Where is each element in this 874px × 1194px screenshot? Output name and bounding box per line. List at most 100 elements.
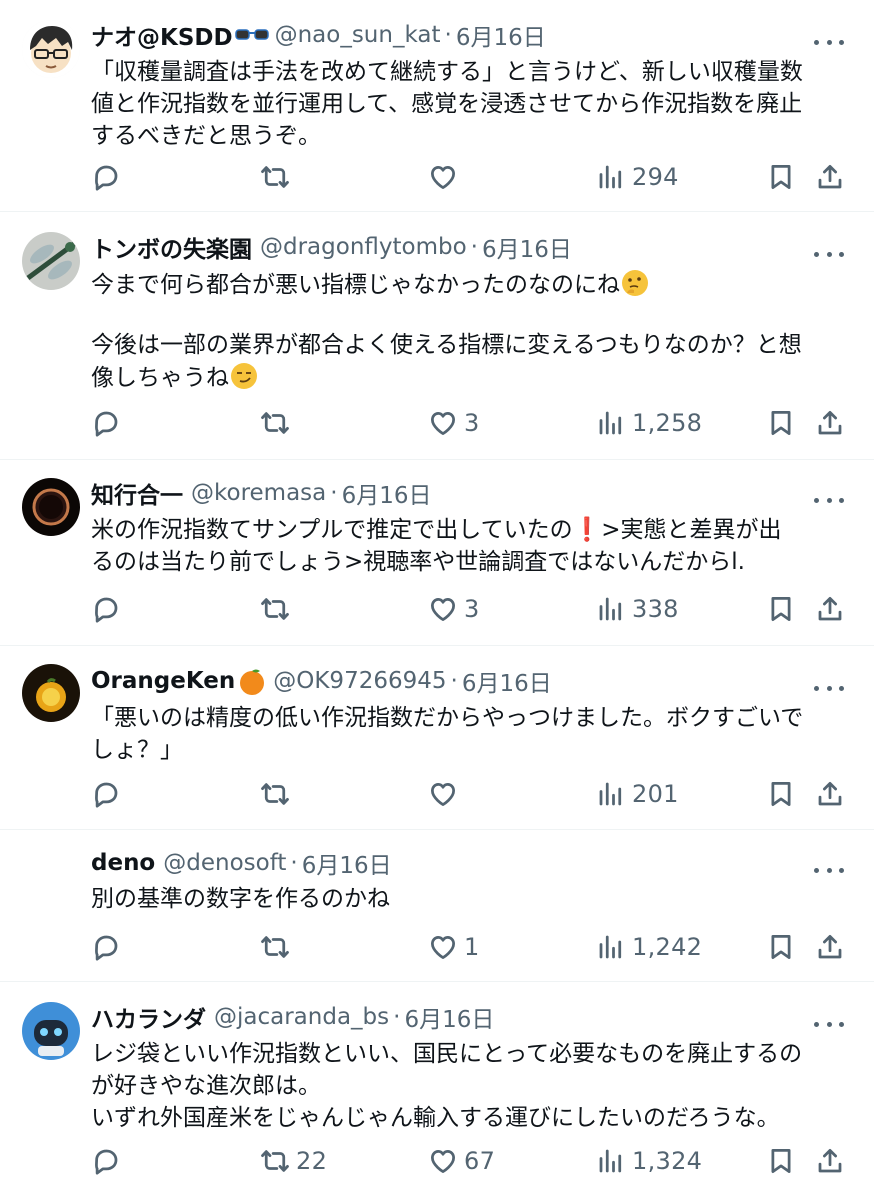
handle[interactable]: @nao_sun_kat bbox=[275, 22, 441, 48]
separator-dot: · bbox=[290, 850, 298, 876]
avatar[interactable] bbox=[22, 1002, 80, 1060]
separator-dot: · bbox=[330, 480, 338, 506]
share-button[interactable] bbox=[815, 774, 845, 814]
reply-button[interactable] bbox=[91, 927, 127, 967]
handle[interactable]: @dragonflytombo bbox=[260, 234, 467, 260]
like-button[interactable] bbox=[428, 157, 464, 197]
tweet[interactable]: deno @denosoft · 6月16日 別の基準の数字を作るのかね 1 1… bbox=[0, 830, 874, 982]
tweet[interactable]: OrangeKen @OK97266945 · 6月16日 「悪いのは精度の低い… bbox=[0, 646, 874, 830]
thinking-face-emoji-icon bbox=[622, 270, 648, 296]
retweet-button[interactable] bbox=[260, 157, 296, 197]
bookmark-button[interactable] bbox=[766, 1141, 796, 1181]
reply-button[interactable] bbox=[91, 157, 127, 197]
avatar[interactable] bbox=[22, 478, 80, 536]
bookmark-button[interactable] bbox=[766, 774, 796, 814]
tweet-text-line: が好きやな進次郎は。 bbox=[91, 1073, 321, 1099]
reply-icon bbox=[91, 408, 121, 438]
bookmark-button[interactable] bbox=[766, 157, 796, 197]
bookmark-button[interactable] bbox=[766, 589, 796, 629]
like-button[interactable]: 3 bbox=[428, 589, 480, 629]
view-count: 1,324 bbox=[632, 1147, 703, 1175]
reply-icon bbox=[91, 1146, 121, 1176]
timestamp[interactable]: 6月16日 bbox=[302, 846, 392, 880]
smirking-face-emoji-icon bbox=[231, 363, 257, 389]
more-options-icon[interactable] bbox=[814, 30, 844, 54]
tweet-text-line: 「悪いのは精度の低い作況指数だからやっつけました。ボクすごいで bbox=[91, 705, 804, 731]
timestamp[interactable]: 6月16日 bbox=[342, 476, 432, 510]
retweet-count: 22 bbox=[296, 1147, 328, 1175]
tweet-text-line: 今まで何ら都合が悪い指標じゃなかったのなのにね bbox=[91, 272, 620, 298]
tweet-text-line: 値と作況指数を並行運用して、感覚を浸透させてから作況指数を廃止 bbox=[91, 91, 803, 117]
exclamation-emoji-icon: ❗ bbox=[572, 517, 602, 543]
views-button[interactable]: 201 bbox=[596, 774, 679, 814]
more-options-icon[interactable] bbox=[814, 858, 844, 882]
bookmark-button[interactable] bbox=[766, 403, 796, 443]
views-button[interactable]: 294 bbox=[596, 157, 679, 197]
views-button[interactable]: 1,242 bbox=[596, 927, 702, 967]
view-count: 294 bbox=[632, 163, 679, 191]
tweet-text-line: いずれ外国産米をじゃんじゃん輸入する運びにしたいのだろうな。 bbox=[91, 1105, 780, 1131]
avatar[interactable] bbox=[22, 664, 80, 722]
avatar[interactable] bbox=[22, 232, 80, 290]
handle[interactable]: @OK97266945 bbox=[273, 668, 446, 694]
handle[interactable]: @denosoft bbox=[163, 850, 286, 876]
tweet[interactable]: ハカランダ @jacaranda_bs · 6月16日 レジ袋といい作況指数とい… bbox=[0, 982, 874, 1194]
retweet-icon bbox=[260, 408, 290, 438]
timestamp[interactable]: 6月16日 bbox=[482, 230, 572, 264]
retweet-button[interactable] bbox=[260, 403, 296, 443]
views-button[interactable]: 338 bbox=[596, 589, 679, 629]
views-chart-icon bbox=[596, 162, 626, 192]
display-name[interactable]: OrangeKen bbox=[91, 668, 235, 694]
avatar[interactable] bbox=[22, 848, 80, 906]
tweet[interactable]: ナオ@KSDD @nao_sun_kat · 6月16日 「収穫量調査は手法を改… bbox=[0, 0, 874, 212]
avatar[interactable] bbox=[22, 20, 80, 78]
retweet-button[interactable] bbox=[260, 774, 296, 814]
display-name[interactable]: 知行合一 bbox=[91, 476, 183, 510]
views-button[interactable]: 1,324 bbox=[596, 1141, 702, 1181]
like-button[interactable]: 3 bbox=[428, 403, 480, 443]
share-button[interactable] bbox=[815, 157, 845, 197]
more-options-icon[interactable] bbox=[814, 488, 844, 512]
retweet-button[interactable]: 22 bbox=[260, 1141, 327, 1181]
tweet-text: 「悪いのは精度の低い作況指数だからやっつけました。ボクすごいで しょ？」 bbox=[91, 702, 853, 766]
like-button[interactable]: 1 bbox=[428, 927, 480, 967]
timestamp[interactable]: 6月16日 bbox=[462, 664, 552, 698]
share-button[interactable] bbox=[815, 1141, 845, 1181]
retweet-button[interactable] bbox=[260, 927, 296, 967]
views-button[interactable]: 1,258 bbox=[596, 403, 702, 443]
tweet-header: 知行合一 @koremasa · 6月16日 bbox=[91, 476, 431, 510]
bookmark-button[interactable] bbox=[766, 927, 796, 967]
display-name[interactable]: ナオ@KSDD bbox=[91, 18, 233, 52]
share-button[interactable] bbox=[815, 927, 845, 967]
tweet[interactable]: トンボの失楽園 @dragonflytombo · 6月16日 今まで何ら都合が… bbox=[0, 212, 874, 460]
glasses-emoji-icon bbox=[234, 25, 269, 45]
tweet-header: ハカランダ @jacaranda_bs · 6月16日 bbox=[91, 1000, 494, 1034]
timestamp[interactable]: 6月16日 bbox=[456, 18, 546, 52]
share-button[interactable] bbox=[815, 589, 845, 629]
handle[interactable]: @jacaranda_bs bbox=[214, 1004, 389, 1030]
tweet-text-line: レジ袋といい作況指数といい、国民にとって必要なものを廃止するの bbox=[91, 1041, 803, 1067]
reply-button[interactable] bbox=[91, 403, 127, 443]
more-options-icon[interactable] bbox=[814, 242, 844, 266]
share-button[interactable] bbox=[815, 403, 845, 443]
display-name[interactable]: トンボの失楽園 bbox=[91, 230, 252, 264]
handle[interactable]: @koremasa bbox=[191, 480, 326, 506]
reply-button[interactable] bbox=[91, 774, 127, 814]
retweet-icon bbox=[260, 1146, 290, 1176]
display-name[interactable]: deno bbox=[91, 850, 155, 876]
timestamp[interactable]: 6月16日 bbox=[404, 1000, 494, 1034]
views-chart-icon bbox=[596, 594, 626, 624]
more-options-icon[interactable] bbox=[814, 1012, 844, 1036]
retweet-button[interactable] bbox=[260, 589, 296, 629]
like-button[interactable]: 67 bbox=[428, 1141, 495, 1181]
like-button[interactable] bbox=[428, 774, 464, 814]
separator-dot: · bbox=[393, 1004, 401, 1030]
view-count: 1,242 bbox=[632, 933, 703, 961]
tweet[interactable]: 知行合一 @koremasa · 6月16日 米の作況指数てサンプルで推定で出し… bbox=[0, 460, 874, 646]
share-icon bbox=[815, 162, 845, 192]
display-name[interactable]: ハカランダ bbox=[91, 1000, 206, 1034]
heart-icon bbox=[428, 932, 458, 962]
reply-button[interactable] bbox=[91, 1141, 127, 1181]
more-options-icon[interactable] bbox=[814, 676, 844, 700]
reply-button[interactable] bbox=[91, 589, 127, 629]
